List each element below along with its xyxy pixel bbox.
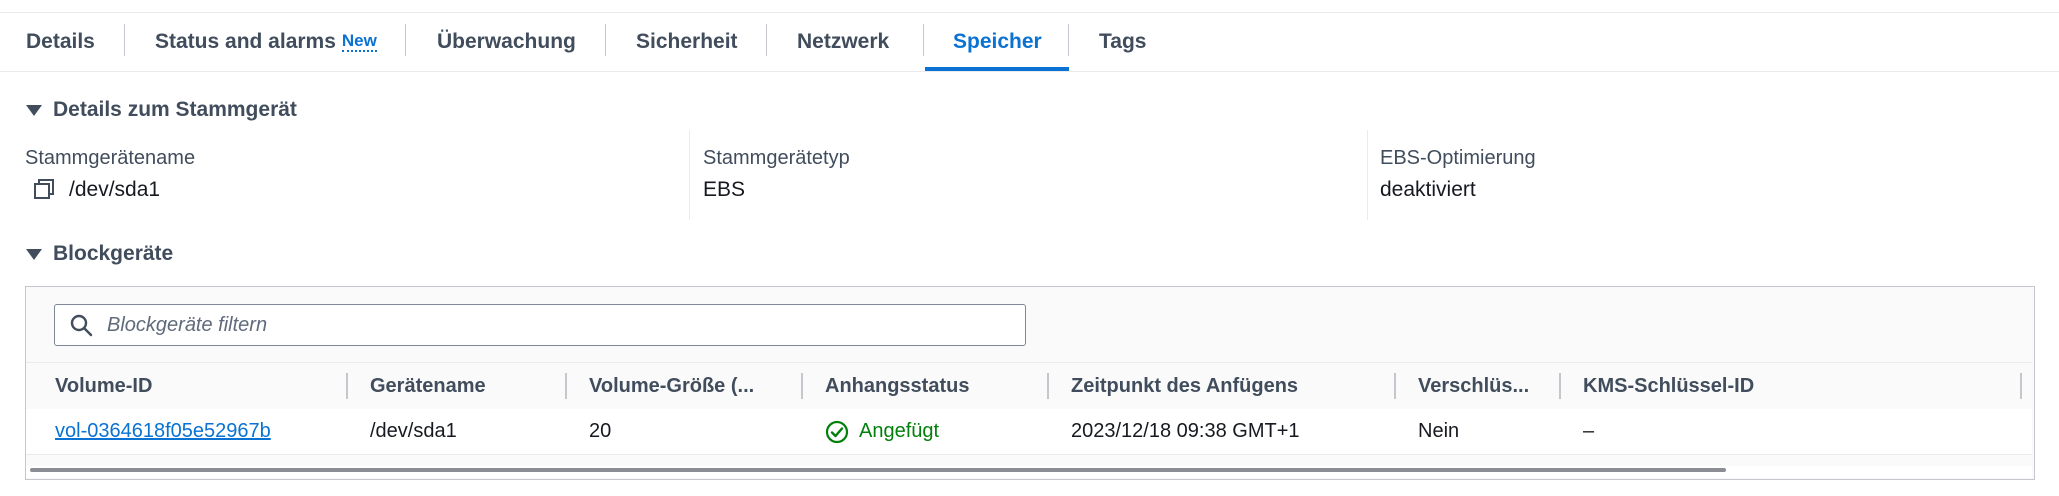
ebs-optimization-label: EBS-Optimierung — [1380, 147, 1536, 169]
root-device-name-value: /dev/sda1 — [33, 178, 160, 202]
root-device-name-label: Stammgerätename — [25, 147, 196, 169]
ebs-optimization-value: deaktiviert — [1380, 178, 1476, 201]
tab-label: Details — [26, 29, 95, 53]
tab-sicherheit[interactable]: Sicherheit — [636, 12, 738, 71]
tab-divider — [923, 24, 924, 56]
tab-label: Status and alarms — [155, 29, 336, 53]
tab-label: Speicher — [953, 29, 1042, 53]
tab-label: Sicherheit — [636, 29, 738, 53]
scrollbar-thumb[interactable] — [30, 468, 1726, 472]
field-value: /dev/sda1 — [69, 178, 161, 201]
cell-kms-key-id: – — [1583, 420, 1595, 442]
column-resizer[interactable] — [565, 373, 567, 399]
block-devices-section-toggle[interactable]: Blockgeräte — [26, 240, 173, 268]
root-device-type-label: Stammgerätetyp — [703, 147, 850, 169]
column-resizer[interactable] — [1559, 373, 1561, 399]
column-divider — [689, 130, 690, 220]
column-header-attachment-status[interactable]: Anhangsstatus — [825, 363, 969, 409]
cell-device-name: /dev/sda1 — [370, 420, 457, 442]
tab-ueberwachung[interactable]: Überwachung — [437, 12, 576, 71]
tab-status-and-alarms[interactable]: Status and alarms New — [155, 12, 377, 71]
column-header-volume-id[interactable]: Volume-ID — [55, 363, 152, 409]
tab-divider — [124, 24, 125, 56]
copy-icon[interactable] — [33, 178, 57, 202]
table-row: vol-0364618f05e52967b /dev/sda1 20 Angef… — [26, 409, 2032, 455]
volume-id-link[interactable]: vol-0364618f05e52967b — [55, 420, 271, 443]
tab-divider — [766, 24, 767, 56]
status-text: Angefügt — [859, 420, 940, 442]
column-divider — [1367, 130, 1368, 220]
tab-tags[interactable]: Tags — [1099, 12, 1146, 71]
tab-netzwerk[interactable]: Netzwerk — [797, 12, 889, 71]
caret-down-icon — [26, 248, 42, 260]
cell-encrypted: Nein — [1418, 420, 1460, 442]
column-header-volume-size[interactable]: Volume-Größe (... — [589, 363, 754, 409]
search-icon — [69, 313, 93, 337]
tab-bar: Details Status and alarms New Überwachun… — [0, 12, 2059, 72]
filter-input[interactable] — [105, 312, 1009, 338]
column-resizer[interactable] — [2020, 373, 2022, 399]
cell-volume-id: vol-0364618f05e52967b — [55, 409, 271, 454]
column-resizer[interactable] — [801, 373, 803, 399]
column-resizer[interactable] — [1047, 373, 1049, 399]
tab-divider — [605, 24, 606, 56]
new-badge: New — [341, 30, 377, 52]
tab-divider — [405, 24, 406, 56]
column-resizer[interactable] — [1394, 373, 1396, 399]
column-header-encrypted[interactable]: Verschlüs... — [1418, 363, 1529, 409]
root-device-section-toggle[interactable]: Details zum Stammgerät — [26, 96, 297, 124]
check-circle-icon — [825, 420, 849, 444]
section-title: Blockgeräte — [53, 242, 174, 265]
root-device-type-value: EBS — [703, 178, 746, 201]
tab-details[interactable]: Details — [26, 12, 95, 71]
tab-label: Überwachung — [437, 29, 576, 53]
cell-volume-size: 20 — [589, 420, 612, 442]
caret-down-icon — [26, 104, 42, 116]
tab-label: Netzwerk — [797, 29, 890, 53]
section-title: Details zum Stammgerät — [53, 98, 297, 121]
cell-attachment-status: Angefügt — [825, 409, 939, 454]
cell-attach-time: 2023/12/18 09:38 GMT+1 — [1071, 420, 1300, 442]
tab-label: Tags — [1099, 29, 1147, 53]
active-tab-indicator — [925, 67, 1069, 71]
tab-divider — [1068, 24, 1069, 56]
column-resizer[interactable] — [346, 373, 348, 399]
column-header-kms-key-id[interactable]: KMS-Schlüssel-ID — [1583, 363, 1754, 409]
column-header-attach-time[interactable]: Zeitpunkt des Anfügens — [1071, 363, 1298, 409]
block-devices-filter[interactable] — [54, 304, 1026, 346]
column-header-device-name[interactable]: Gerätename — [370, 363, 486, 409]
tab-speicher[interactable]: Speicher — [953, 12, 1042, 71]
table-header: Volume-ID Gerätename Volume-Größe (... A… — [26, 362, 2032, 410]
